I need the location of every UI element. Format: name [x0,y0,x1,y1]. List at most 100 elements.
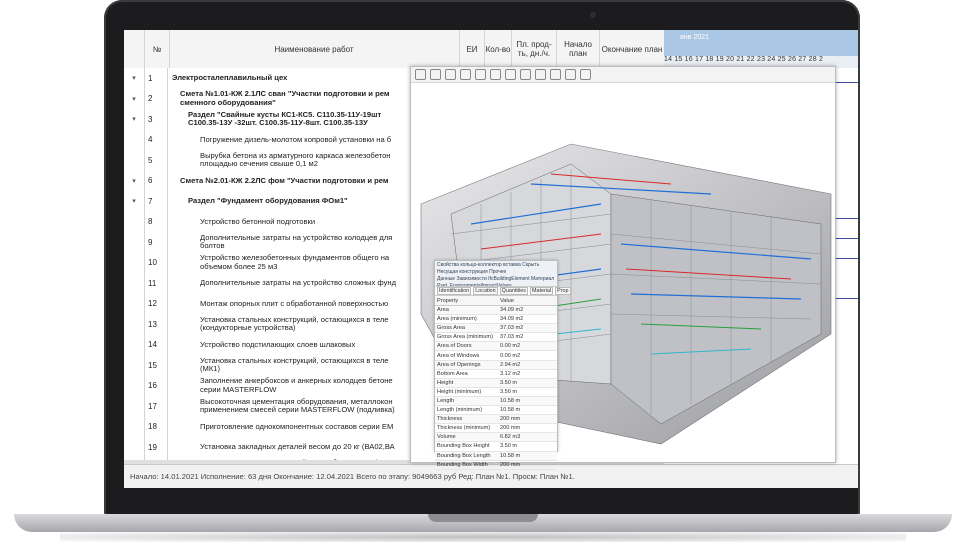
redo-icon[interactable] [430,69,441,80]
property-row[interactable]: Length 10.58 m [435,396,557,407]
property-name: Bottom Area [437,370,468,377]
property-row[interactable]: Thickness (minimum) 200 mm [435,424,557,434]
property-value: 3.50 m [499,379,518,386]
property-value: 200 mm [499,416,521,423]
row-spacer [124,376,144,397]
property-name: Thickness [437,416,463,423]
property-row[interactable]: Area (minimum) 34.09 m2 [435,315,557,325]
property-row[interactable]: Bottom Area 3.12 m2 [435,370,557,379]
camera-icon [590,12,596,18]
tab-prop[interactable]: Prop [555,287,571,295]
viewer-toolbar [411,67,835,83]
property-value: 3.12 m2 [499,370,521,377]
expand-toggle-icon[interactable]: ▾ [124,109,144,130]
property-row[interactable]: Height 3.50 m [435,378,557,388]
property-row[interactable]: Area of Windows 0.00 m2 [435,351,557,361]
header-productivity[interactable]: Пл. прод-ть, дн./ч. [512,30,557,68]
row-spacer [124,273,144,294]
row-spacer [124,232,144,253]
row-spacer [124,355,144,376]
property-name: Gross Area [437,325,465,332]
property-value: 0.00 m2 [499,343,521,350]
header-num[interactable]: № [144,30,170,68]
row-number: 16 [144,375,168,396]
section-icon[interactable] [550,69,561,80]
header-name[interactable]: Наименование работ [169,30,460,68]
property-name: Area [437,307,449,314]
row-number: 7 [144,191,168,212]
header-start-plan[interactable]: Начало план [557,30,600,68]
properties-top-tabs[interactable]: Свойства кольцо-коллектор вставка Скрыть… [435,261,557,287]
app-screen: № Наименование работ ЕИ Кол-во Пл. прод-… [124,30,858,488]
properties-rows: Area 34.09 m2 Area (minimum) 34.09 m2 Gross … [435,306,557,470]
property-row[interactable]: Area of Doors 0.00 m2 [435,342,557,352]
property-name: Height [437,379,454,386]
properties-column-header: Property Value [435,296,557,306]
row-number: 18 [144,416,168,437]
header-unit[interactable]: ЕИ [460,30,485,68]
zoom-out-icon[interactable] [520,69,531,80]
property-row[interactable]: Volume 6.82 m3 [435,433,557,443]
zoom-in-icon[interactable] [505,69,516,80]
laptop-shadow [60,532,906,542]
tab-location[interactable]: Location [473,287,498,295]
row-spacer [124,253,144,274]
gantt-month-label: янв 2021 [680,34,709,41]
property-value: 200 mm [499,425,521,432]
row-number: 8 [144,211,168,232]
laptop-frame: № Наименование работ ЕИ Кол-во Пл. прод-… [0,0,966,553]
property-value: 3.50 m [499,443,518,450]
row-spacer [124,212,144,233]
property-row[interactable]: Gross Area 37.03 m2 [435,324,557,334]
tab-identification[interactable]: Identification [437,287,472,295]
property-row[interactable]: Gross Area (minimum) 37.03 m2 [435,333,557,343]
property-name: Height (minimum) [437,388,482,395]
row-number: 15 [144,355,168,376]
undo-icon[interactable] [415,69,426,80]
property-row[interactable]: Bounding Box Length 10.58 m [435,451,557,461]
measure-icon[interactable] [565,69,576,80]
property-name: Bounding Box Length [437,452,491,459]
table-header: № Наименование работ ЕИ Кол-во Пл. прод-… [124,30,858,69]
properties-tabs: Identification Location Quantities Mater… [435,287,571,296]
row-spacer [124,150,144,171]
property-row[interactable]: Height (minimum) 3.50 m [435,388,557,397]
expand-toggle-icon[interactable]: ▾ [124,89,144,110]
row-spacer [124,314,144,335]
tab-material[interactable]: Material [529,287,554,295]
property-name: Length [437,397,455,404]
row-number: 2 [144,88,168,109]
rotate-icon[interactable] [445,69,456,80]
header-end-plan[interactable]: Окончание план [600,30,665,68]
property-row[interactable]: Area 34.09 m2 [435,306,557,316]
tab-quantities[interactable]: Quantities [499,287,528,295]
property-row[interactable]: Area of Openings 2.94 m2 [435,360,557,370]
row-number: 3 [144,109,168,130]
expand-toggle-icon[interactable]: ▾ [124,68,144,89]
header-qty[interactable]: Кол-во [485,30,512,68]
property-name: Area of Windows [437,352,480,359]
property-name: Area of Openings [437,361,481,368]
laptop-notch [428,514,538,522]
property-row[interactable]: Bounding Box Height 3.50 m [435,442,557,452]
property-name: Area (minimum) [437,316,477,323]
cube-icon[interactable] [490,69,501,80]
row-number: 5 [144,150,168,171]
row-spacer [124,437,144,458]
row-spacer [124,396,144,417]
layers-icon[interactable] [475,69,486,80]
property-row[interactable]: Bounding Box Width 200 mm [435,461,557,470]
property-value: 10.58 m [499,407,521,414]
property-row[interactable]: Thickness 200 mm [435,415,557,425]
expand-toggle-icon[interactable]: ▾ [124,171,144,192]
info-icon[interactable] [460,69,471,80]
properties-panel[interactable]: Свойства кольцо-коллектор вставка Скрыть… [434,260,571,470]
settings-icon[interactable] [580,69,591,80]
property-name: Thickness (minimum) [437,425,491,432]
property-col-label: Property [437,297,459,304]
zoom-fit-icon[interactable] [535,69,546,80]
property-row[interactable]: Length (minimum) 10.58 m [435,406,557,416]
row-spacer [124,130,144,151]
property-value: 34.09 m2 [499,316,524,323]
expand-toggle-icon[interactable]: ▾ [124,191,144,212]
